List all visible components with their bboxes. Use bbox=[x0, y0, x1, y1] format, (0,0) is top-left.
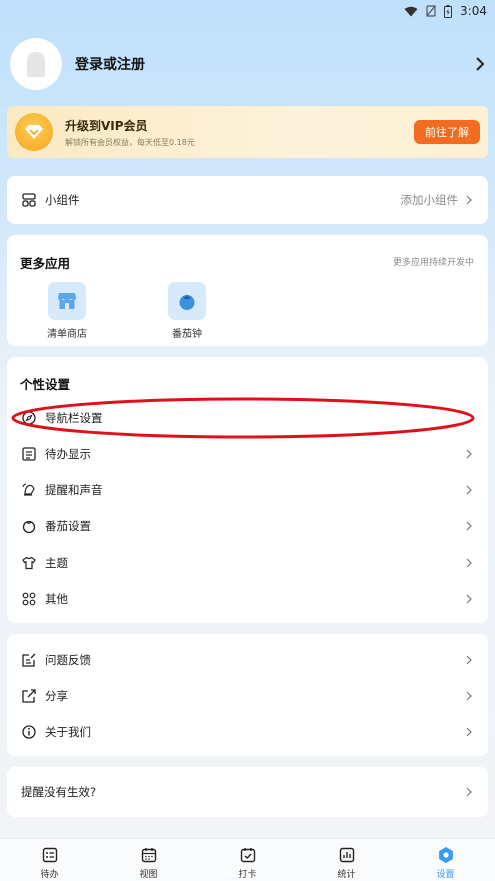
tab-label: 待办 bbox=[40, 870, 59, 880]
avatar[interactable] bbox=[10, 38, 62, 90]
misc-label: 问题反馈 bbox=[45, 653, 91, 667]
more-apps-note: 更多应用持续开发中 bbox=[392, 258, 474, 268]
widget-icon bbox=[21, 192, 37, 208]
profile-row[interactable]: 登录或注册 bbox=[10, 38, 488, 90]
navbar-icon bbox=[21, 410, 37, 426]
setting-row-reminder-sound[interactable]: 提醒和声音 bbox=[7, 472, 488, 508]
login-label[interactable]: 登录或注册 bbox=[75, 54, 472, 74]
tab-settings[interactable]: 设置 bbox=[396, 839, 495, 881]
battery-icon bbox=[444, 4, 453, 18]
add-widget-value: 添加小组件 bbox=[400, 193, 459, 207]
tab-view[interactable]: 视图 bbox=[99, 839, 198, 881]
setting-row-tomato[interactable]: 番茄设置 bbox=[7, 508, 488, 544]
vip-diamond-icon bbox=[15, 113, 53, 151]
more-apps-title: 更多应用 bbox=[20, 256, 71, 271]
reminder-help-row[interactable]: 提醒没有生效? bbox=[7, 774, 488, 810]
misc-row-about[interactable]: 关于我们 bbox=[7, 714, 488, 750]
chevron-right-icon bbox=[464, 194, 474, 206]
reminder-help-label: 提醒没有生效? bbox=[21, 785, 97, 799]
widget-row[interactable]: 小组件 添加小组件 bbox=[7, 182, 488, 218]
tab-stats[interactable]: 统计 bbox=[297, 839, 396, 881]
tomato-icon bbox=[21, 518, 37, 534]
setting-row-other[interactable]: 其他 bbox=[7, 581, 488, 617]
vip-title: 升级到VIP会员 bbox=[65, 118, 148, 133]
widget-card: 小组件 添加小组件 bbox=[7, 176, 488, 224]
bottom-tab-bar: 待办 视图 打卡 统计 设置 bbox=[0, 838, 495, 881]
settings-icon bbox=[436, 845, 456, 865]
reminder-help-card: 提醒没有生效? bbox=[7, 767, 488, 817]
personal-settings-title: 个性设置 bbox=[20, 377, 71, 392]
setting-label: 导航栏设置 bbox=[45, 411, 103, 425]
tab-label: 打卡 bbox=[238, 870, 257, 880]
info-icon bbox=[21, 724, 37, 740]
chevron-right-icon bbox=[464, 690, 474, 702]
chevron-right-icon bbox=[464, 520, 474, 532]
chevron-right-icon bbox=[464, 726, 474, 738]
stats-icon bbox=[337, 845, 357, 865]
chevron-right-icon bbox=[464, 593, 474, 605]
tab-label: 设置 bbox=[436, 870, 455, 880]
share-icon bbox=[21, 688, 37, 704]
app-label: 清单商店 bbox=[47, 329, 87, 340]
chevron-right-icon bbox=[464, 448, 474, 460]
list-icon bbox=[21, 446, 37, 462]
setting-row-navbar[interactable]: 导航栏设置 bbox=[7, 400, 488, 436]
setting-label: 其他 bbox=[45, 592, 68, 606]
chevron-right-icon bbox=[464, 557, 474, 569]
vip-banner[interactable]: 升级到VIP会员 解锁所有会员权益，每天低至0.18元 前往了解 bbox=[7, 106, 488, 158]
misc-label: 分享 bbox=[45, 689, 68, 703]
app-label: 番茄钟 bbox=[172, 329, 202, 340]
more-apps-card: 更多应用 更多应用持续开发中 清单商店 番茄钟 bbox=[7, 235, 488, 346]
setting-label: 提醒和声音 bbox=[45, 483, 103, 497]
widget-label: 小组件 bbox=[45, 193, 80, 207]
store-icon[interactable] bbox=[48, 282, 86, 320]
grid-icon bbox=[21, 591, 37, 607]
misc-card: 问题反馈 分享 关于我们 bbox=[7, 634, 488, 756]
calendar-icon bbox=[139, 845, 159, 865]
setting-label: 番茄设置 bbox=[45, 519, 91, 533]
chevron-right-icon bbox=[464, 484, 474, 496]
todo-icon bbox=[40, 845, 60, 865]
chevron-right-icon bbox=[464, 786, 474, 798]
setting-row-todo-display[interactable]: 待办显示 bbox=[7, 436, 488, 472]
tomato-icon[interactable] bbox=[168, 282, 206, 320]
tab-label: 统计 bbox=[337, 870, 356, 880]
wifi-icon bbox=[404, 6, 418, 17]
chevron-right-icon bbox=[464, 654, 474, 666]
app-tomato-item[interactable]: 番茄钟 bbox=[152, 282, 222, 340]
setting-label: 待办显示 bbox=[45, 447, 91, 461]
no-sim-icon bbox=[426, 5, 437, 17]
status-bar: 3:04 bbox=[0, 0, 495, 22]
vip-subtitle: 解锁所有会员权益，每天低至0.18元 bbox=[65, 137, 195, 147]
status-time: 3:04 bbox=[460, 4, 487, 18]
misc-label: 关于我们 bbox=[45, 725, 91, 739]
tab-todo[interactable]: 待办 bbox=[0, 839, 99, 881]
tab-label: 视图 bbox=[139, 870, 158, 880]
misc-row-share[interactable]: 分享 bbox=[7, 678, 488, 714]
setting-label: 主题 bbox=[45, 556, 68, 570]
checkin-icon bbox=[238, 845, 258, 865]
vip-learn-more-button[interactable]: 前往了解 bbox=[414, 120, 480, 144]
tab-checkin[interactable]: 打卡 bbox=[198, 839, 297, 881]
setting-row-theme[interactable]: 主题 bbox=[7, 545, 488, 581]
personal-settings-card: 个性设置 导航栏设置 待办显示 提醒和声音 番茄设置 主题 其他 bbox=[7, 357, 488, 623]
chevron-right-icon[interactable] bbox=[472, 56, 488, 72]
feedback-icon bbox=[21, 652, 37, 668]
bell-icon bbox=[21, 482, 37, 498]
shirt-icon bbox=[21, 555, 37, 571]
misc-row-feedback[interactable]: 问题反馈 bbox=[7, 642, 488, 678]
app-store-item[interactable]: 清单商店 bbox=[32, 282, 102, 340]
